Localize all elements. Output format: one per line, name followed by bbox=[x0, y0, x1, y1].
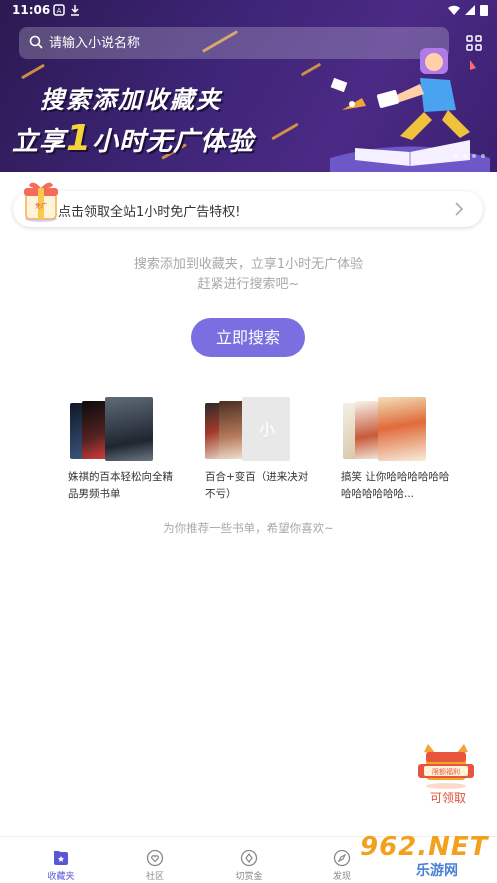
discover-icon bbox=[333, 849, 351, 867]
battery-icon bbox=[480, 5, 488, 16]
banner-headline: 搜索添加收藏夹 bbox=[40, 86, 222, 114]
ad-free-promo[interactable]: 免广 点击领取全站1小时免广告特权! bbox=[13, 182, 483, 227]
booklist-covers bbox=[68, 397, 180, 465]
promo-banner[interactable]: 11:06 A 搜索添加收藏夹 立享1小时无广体验 bbox=[0, 0, 497, 172]
banner-prefix: 立享 bbox=[12, 127, 67, 157]
tab-label: 社区 bbox=[145, 872, 164, 882]
search-icon bbox=[29, 35, 43, 49]
booklist-title: 姝祺的百本轻松向全精品男频书单 bbox=[68, 471, 173, 500]
community-icon bbox=[146, 849, 164, 867]
reward-gift-icon[interactable]: 限额福利 bbox=[414, 738, 478, 790]
booklist-title: 百合+变百（进来决对不亏） bbox=[205, 471, 309, 500]
watermark-main: 962.NET bbox=[360, 832, 489, 862]
gift-box-icon: 免广 bbox=[24, 182, 58, 222]
wifi-icon bbox=[448, 5, 460, 15]
site-watermark: 962.NET 乐游网 bbox=[360, 832, 494, 882]
tab-label: 收藏夹 bbox=[47, 872, 75, 882]
recommend-text: 为你推荐一些书单，希望你喜欢~ bbox=[163, 521, 334, 535]
reward-label[interactable]: 可领取 bbox=[430, 789, 466, 806]
search-now-button[interactable]: 立即搜索 bbox=[191, 318, 305, 357]
banner-subheadline: 立享1小时无广体验 bbox=[12, 118, 254, 159]
banner-suffix: 小时无广体验 bbox=[92, 127, 255, 157]
signal-icon bbox=[465, 5, 475, 15]
svg-text:A: A bbox=[57, 7, 62, 15]
tab-community[interactable]: 社区 bbox=[125, 841, 185, 882]
watermark-sub: 乐游网 bbox=[416, 863, 458, 879]
booklist-card[interactable]: 搞笑 让你哈哈哈哈哈哈哈哈哈哈哈哈... bbox=[341, 397, 453, 503]
banner-highlight: 1 bbox=[66, 118, 93, 159]
status-bar: 11:06 A bbox=[0, 0, 497, 22]
notification-icon: A bbox=[53, 4, 65, 16]
booklist-covers bbox=[341, 397, 453, 465]
tab-bookshelf[interactable]: 收藏夹 bbox=[31, 841, 91, 882]
svg-text:免广: 免广 bbox=[35, 202, 47, 210]
promo-text: 点击领取全站1小时免广告特权! bbox=[58, 205, 241, 220]
svg-text:小: 小 bbox=[259, 420, 275, 439]
svg-text:限额福利: 限额福利 bbox=[432, 767, 460, 776]
download-icon bbox=[71, 5, 79, 16]
status-time: 11:06 bbox=[12, 3, 51, 17]
booklist-title: 搞笑 让你哈哈哈哈哈哈哈哈哈哈哈哈... bbox=[341, 471, 450, 500]
bookmark-icon bbox=[54, 851, 68, 865]
empty-state-line1: 搜索添加到收藏夹，立享1小时无广体验 bbox=[133, 257, 364, 272]
chevron-right-icon bbox=[455, 202, 464, 216]
reading-illustration bbox=[330, 48, 490, 172]
empty-state-line2: 赶紧进行搜索吧~ bbox=[197, 277, 300, 292]
coin-icon bbox=[240, 849, 258, 867]
booklist-card[interactable]: 姝祺的百本轻松向全精品男频书单 bbox=[68, 397, 180, 503]
placeholder-icon: 小 bbox=[259, 420, 275, 439]
carousel-dots bbox=[454, 154, 485, 158]
booklist-card[interactable]: 小 百合+变百（进来决对不亏） bbox=[205, 397, 317, 503]
booklist-covers: 小 bbox=[205, 397, 317, 465]
tab-rewards[interactable]: 切赏金 bbox=[219, 841, 279, 882]
tab-label: 切赏金 bbox=[235, 872, 263, 882]
